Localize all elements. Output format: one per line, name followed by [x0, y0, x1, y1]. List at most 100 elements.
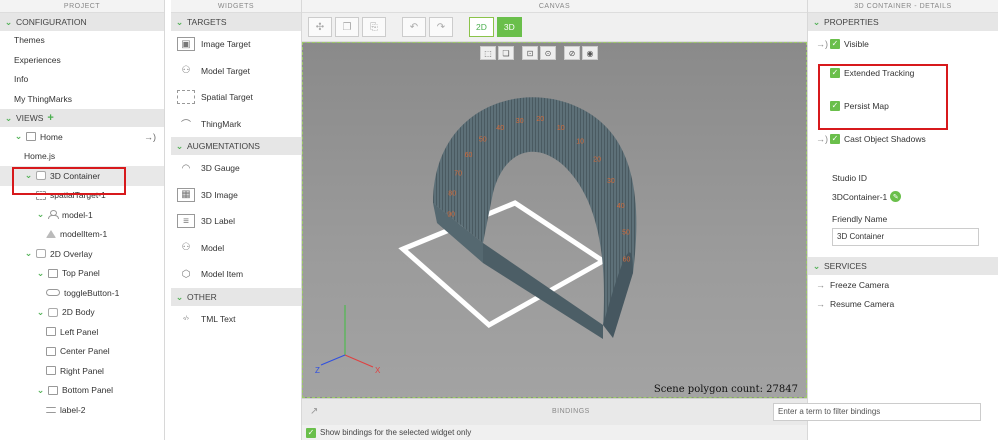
configuration-section-header[interactable]: ⌄ CONFIGURATION [0, 13, 164, 31]
tree-item-homejs[interactable]: Home.js [0, 147, 164, 167]
mode-3d-button[interactable]: 3D [496, 17, 522, 37]
properties-section-header[interactable]: ⌄ PROPERTIES [808, 13, 998, 31]
widget-model-target[interactable]: ⚇ Model Target [171, 58, 301, 85]
bindings-filter-input[interactable]: Enter a term to filter bindings [773, 403, 981, 421]
visible-row[interactable]: →) ✓ Visible [808, 31, 998, 56]
chevron-down-icon[interactable]: ⌄ [24, 248, 33, 259]
widget-3d-image[interactable]: ▦ 3D Image [171, 182, 301, 209]
label-icon: ≡ [177, 214, 195, 229]
service-arrow-icon: → [816, 279, 825, 290]
zoom-selection-icon[interactable]: ⊙ [540, 46, 556, 60]
protractor-number: 90 [447, 212, 455, 219]
move-tool-icon[interactable]: ✣ [308, 17, 332, 37]
3d-scene-viewport[interactable]: 90 80 70 60 50 40 30 20 10 10 20 30 40 50 60 Z X Scene… [302, 42, 807, 398]
widget-label: TML Text [201, 313, 236, 324]
add-view-icon[interactable]: + [47, 109, 53, 127]
chevron-down-icon[interactable]: ⌄ [36, 268, 45, 279]
copy-icon[interactable]: ❐ [335, 17, 359, 37]
show-icon[interactable]: ◉ [582, 46, 598, 60]
targets-section-header[interactable]: ⌄ TARGETS [171, 13, 301, 31]
service-resume-camera[interactable]: → Resume Camera [808, 295, 998, 315]
protractor-number: 40 [617, 203, 625, 210]
tree-label: Home.js [24, 151, 56, 162]
navigate-arrow-icon[interactable]: →) [144, 132, 156, 142]
tree-item-top-panel[interactable]: ⌄ Top Panel [0, 264, 164, 284]
service-freeze-camera[interactable]: → Freeze Camera [808, 275, 998, 295]
cube-view-icon[interactable]: ⬚ [480, 46, 496, 60]
tree-item-label[interactable]: label-2 [0, 400, 164, 420]
bind-arrow-icon[interactable]: →) [816, 39, 830, 49]
tree-item-spatial-target[interactable]: spatialTarget-1 [0, 186, 164, 206]
layers-icon[interactable]: ❏ [498, 46, 514, 60]
checkbox-checked-icon[interactable]: ✓ [830, 100, 840, 111]
widget-3d-gauge[interactable]: ◠ 3D Gauge [171, 155, 301, 182]
services-section-header[interactable]: ⌄ SERVICES [808, 257, 998, 275]
tree-item-center-panel[interactable]: Center Panel [0, 342, 164, 362]
widget-spatial-target[interactable]: Spatial Target [171, 84, 301, 111]
cast-shadows-row[interactable]: →) ✓ Cast Object Shadows [808, 122, 998, 155]
bind-arrow-icon[interactable]: →) [816, 134, 830, 144]
tree-item-2d-body[interactable]: ⌄ 2D Body [0, 303, 164, 323]
widget-label: Spatial Target [201, 92, 253, 103]
label-icon [46, 406, 56, 413]
chevron-down-icon: ⌄ [4, 113, 13, 123]
widget-3d-label[interactable]: ≡ 3D Label [171, 208, 301, 235]
studio-id-value: 3DContainer-1 [832, 191, 888, 202]
protractor-number: 10 [557, 125, 565, 132]
redo-icon[interactable]: ↷ [429, 17, 453, 37]
tree-item-left-panel[interactable]: Left Panel [0, 322, 164, 342]
checkbox-checked-icon[interactable]: ✓ [830, 67, 840, 78]
config-item-info[interactable]: Info [0, 70, 164, 90]
show-bindings-row[interactable]: ✓ Show bindings for the selected widget … [302, 425, 807, 440]
studio-id-label: Studio ID [832, 173, 867, 183]
2d-body-icon [48, 307, 58, 317]
tree-label: Left Panel [60, 326, 99, 337]
config-item-thingmarks[interactable]: My ThingMarks [0, 90, 164, 110]
tree-label: toggleButton-1 [64, 287, 120, 298]
widget-model-item[interactable]: ⬡ Model Item [171, 261, 301, 288]
persist-map-row[interactable]: ✓ Persist Map [808, 89, 998, 122]
widget-image-target[interactable]: ▣ Image Target [171, 31, 301, 58]
tree-item-3d-container[interactable]: ⌄ 3D Container [0, 166, 164, 186]
tree-item-model[interactable]: ⌄ model-1 [0, 205, 164, 225]
tree-item-right-panel[interactable]: Right Panel [0, 361, 164, 381]
augmentations-section-header[interactable]: ⌄ AUGMENTATIONS [171, 137, 301, 155]
canvas-panel: CANVAS ✣ ❐ ⎘ ↶ ↷ 2D 3D 90 80 70 60 50 40… [302, 0, 807, 440]
friendly-name-input[interactable]: 3D Container [832, 228, 979, 246]
config-item-themes[interactable]: Themes [0, 31, 164, 51]
tree-item-model-item[interactable]: modelItem-1 [0, 225, 164, 245]
x-axis-label: X [375, 366, 381, 375]
hide-icon[interactable]: ⊘ [564, 46, 580, 60]
other-section-header[interactable]: ⌄ OTHER [171, 287, 301, 306]
tree-item-bottom-panel[interactable]: ⌄ Bottom Panel [0, 381, 164, 401]
chevron-down-icon[interactable]: ⌄ [36, 385, 45, 396]
checkbox-checked-icon[interactable]: ✓ [830, 38, 840, 49]
chevron-down-icon[interactable]: ⌄ [36, 307, 45, 318]
extended-tracking-row[interactable]: ✓ Extended Tracking [808, 56, 998, 89]
views-section-header[interactable]: ⌄ VIEWS + [0, 109, 164, 127]
chevron-down-icon[interactable]: ⌄ [24, 170, 33, 181]
mode-2d-button[interactable]: 2D [469, 17, 494, 37]
expand-bindings-icon[interactable]: ↗ [310, 406, 318, 417]
widget-model[interactable]: ⚇ Model [171, 235, 301, 262]
protractor-number: 30 [516, 118, 524, 125]
zoom-fit-icon[interactable]: ⊡ [522, 46, 538, 60]
tree-item-home[interactable]: ⌄ Home →) [0, 127, 164, 147]
paste-icon[interactable]: ⎘ [362, 17, 386, 37]
widget-label: ThingMark [201, 118, 242, 129]
widget-tml-text[interactable]: ‹/› TML Text [171, 306, 301, 333]
protractor-number: 40 [496, 125, 504, 132]
edit-pencil-icon[interactable]: ✎ [890, 191, 902, 202]
widget-thingmark[interactable]: ⌒ ThingMark [171, 111, 301, 138]
thingmark-icon: ⌒ [181, 120, 191, 132]
view-page-icon [26, 132, 36, 142]
chevron-down-icon[interactable]: ⌄ [14, 131, 23, 142]
other-label: OTHER [187, 291, 217, 302]
checkbox-checked-icon[interactable]: ✓ [306, 427, 316, 438]
tree-item-toggle-button[interactable]: toggleButton-1 [0, 283, 164, 303]
chevron-down-icon[interactable]: ⌄ [36, 209, 45, 220]
tree-item-2d-overlay[interactable]: ⌄ 2D Overlay [0, 244, 164, 264]
checkbox-checked-icon[interactable]: ✓ [830, 133, 840, 144]
undo-icon[interactable]: ↶ [402, 17, 426, 37]
config-item-experiences[interactable]: Experiences [0, 51, 164, 71]
